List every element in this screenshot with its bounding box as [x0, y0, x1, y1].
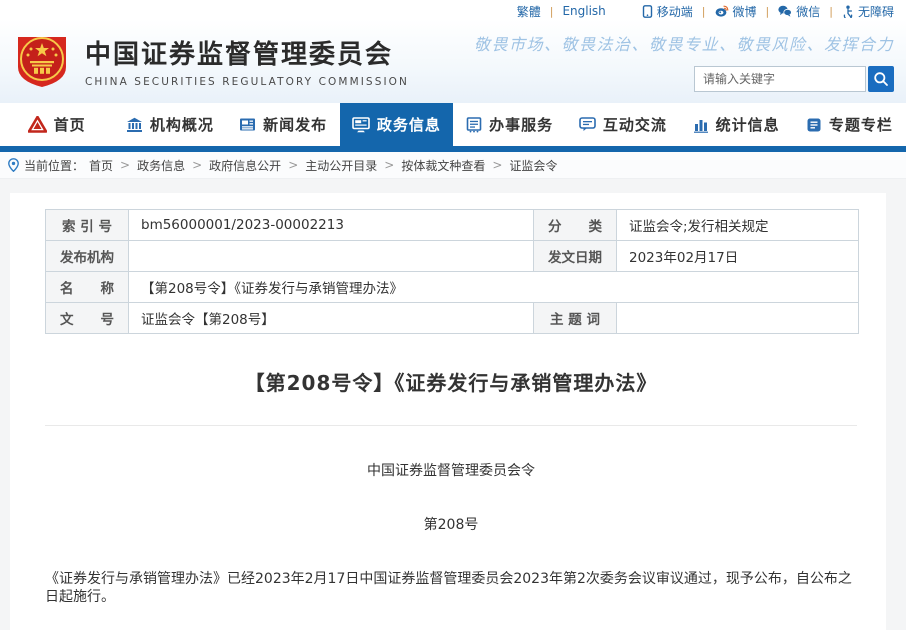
- search-icon: [873, 71, 889, 87]
- breadcrumb-item-government-info[interactable]: 政务信息: [137, 157, 185, 174]
- slogan-text: 敬畏市场、敬畏法治、敬畏专业、敬畏风险、发挥合力: [474, 31, 894, 55]
- issuer-value: [129, 241, 534, 272]
- site-brand[interactable]: 中国证券监督管理委员会 CHINA SECURITIES REGULATORY …: [12, 31, 409, 91]
- nav-label: 专题专栏: [829, 114, 893, 135]
- nav-item-news[interactable]: 新闻发布: [227, 103, 340, 146]
- doc-number-label: 文 号: [46, 303, 129, 334]
- mobile-icon: [642, 5, 653, 18]
- doc-name-value: 【第208号令】《证券发行与承销管理办法》: [129, 272, 859, 303]
- nav-item-government-info[interactable]: 政务信息: [340, 103, 453, 146]
- issuer-label: 发布机构: [46, 241, 129, 272]
- nav-label: 政务信息: [377, 114, 441, 135]
- nav-label: 统计信息: [716, 114, 780, 135]
- org-name-cn: 中国证券监督管理委员会: [85, 34, 409, 71]
- monitor-icon: [352, 117, 370, 133]
- national-emblem-logo: [12, 31, 72, 91]
- keywords-value: [617, 303, 859, 334]
- wechat-link[interactable]: 微信: [778, 3, 820, 20]
- lang-english-link[interactable]: English: [562, 4, 605, 18]
- nav-item-services[interactable]: 办事服务: [453, 103, 566, 146]
- bar-chart-icon: [693, 117, 709, 133]
- search-input[interactable]: [694, 66, 866, 92]
- nav-label: 新闻发布: [263, 114, 327, 135]
- index-number-label: 索 引 号: [46, 210, 129, 241]
- top-utility-bar: 繁體 | English 移动端 | 微博 | 微信 | 无障碍: [0, 0, 906, 19]
- mobile-site-link[interactable]: 移动端: [642, 3, 693, 20]
- doc-name-label: 名 称: [46, 272, 129, 303]
- table-row: 文 号 证监会令【第208号】 主 题 词: [46, 303, 859, 334]
- doc-number-value: 证监会令【第208号】: [129, 303, 534, 334]
- breadcrumb-item-csrc-decree[interactable]: 证监会令: [509, 157, 557, 174]
- separator: |: [550, 5, 554, 18]
- separator: |: [766, 5, 770, 18]
- breadcrumb-item-info-disclosure[interactable]: 政府信息公开: [209, 157, 281, 174]
- nav-item-statistics[interactable]: 统计信息: [680, 103, 793, 146]
- page-title: 【第208号令】《证券发行与承销管理办法》: [45, 367, 857, 396]
- table-row: 发布机构 发文日期 2023年02月17日: [46, 241, 859, 272]
- issue-date-value: 2023年02月17日: [617, 241, 859, 272]
- separator: |: [702, 5, 706, 18]
- weibo-icon: [715, 5, 729, 17]
- nav-label: 首页: [54, 114, 86, 135]
- site-search: [694, 66, 894, 92]
- lang-traditional-link[interactable]: 繁體: [517, 3, 541, 20]
- category-value: 证监会令;发行相关规定: [617, 210, 859, 241]
- issue-date-label: 发文日期: [534, 241, 617, 272]
- category-label: 分 类: [534, 210, 617, 241]
- document-meta-table: 索 引 号 bm56000001/2023-00002213 分 类 证监会令;…: [45, 209, 859, 334]
- article-body: 中国证券监督管理委员会令 第208号 《证券发行与承销管理办法》已经2023年2…: [45, 462, 857, 630]
- bank-icon: [126, 117, 143, 133]
- topics-icon: [806, 117, 822, 133]
- search-button[interactable]: [868, 66, 894, 92]
- org-name-en: CHINA SECURITIES REGULATORY COMMISSION: [85, 76, 409, 88]
- csrc-logo-icon: [28, 116, 47, 133]
- separator: |: [829, 5, 833, 18]
- weibo-link[interactable]: 微博: [715, 3, 757, 20]
- accessibility-icon: [842, 5, 854, 18]
- table-row: 名 称 【第208号令】《证券发行与承销管理办法》: [46, 272, 859, 303]
- location-pin-icon: [8, 158, 19, 172]
- title-divider: [45, 425, 857, 426]
- nav-item-interaction[interactable]: 互动交流: [566, 103, 679, 146]
- nav-label: 互动交流: [603, 114, 667, 135]
- nav-item-about[interactable]: 机构概况: [113, 103, 226, 146]
- nav-label: 机构概况: [150, 114, 214, 135]
- breadcrumb-item-active-catalog[interactable]: 主动公开目录: [305, 157, 377, 174]
- newspaper-icon: [239, 117, 256, 132]
- nav-item-topics[interactable]: 专题专栏: [793, 103, 906, 146]
- keywords-label: 主 题 词: [534, 303, 617, 334]
- breadcrumb: 当前位置： 首页 > 政务信息 > 政府信息公开 > 主动公开目录 > 按体裁文…: [0, 152, 906, 179]
- wechat-icon: [778, 5, 792, 17]
- decree-number-line: 第208号: [45, 516, 857, 534]
- decree-body-paragraph: 《证券发行与承销管理办法》已经2023年2月17日中国证券监督管理委员会2023…: [45, 570, 857, 606]
- index-number-value: bm56000001/2023-00002213: [129, 210, 534, 241]
- accessibility-link[interactable]: 无障碍: [842, 3, 894, 20]
- breadcrumb-item-by-doc-type[interactable]: 按体裁文种查看: [401, 157, 485, 174]
- chat-icon: [579, 117, 596, 132]
- service-list-icon: [466, 117, 482, 133]
- table-row: 索 引 号 bm56000001/2023-00002213 分 类 证监会令;…: [46, 210, 859, 241]
- nav-item-home[interactable]: 首页: [0, 103, 113, 146]
- nav-label: 办事服务: [489, 114, 553, 135]
- breadcrumb-prefix: 当前位置：: [24, 157, 84, 174]
- site-header: 中国证券监督管理委员会 CHINA SECURITIES REGULATORY …: [0, 19, 906, 103]
- breadcrumb-item-home[interactable]: 首页: [89, 157, 113, 174]
- main-nav: 首页 机构概况 新闻发布 政务信息 办事服务 互动交流 统计信息: [0, 103, 906, 146]
- document-card: 索 引 号 bm56000001/2023-00002213 分 类 证监会令;…: [10, 193, 886, 630]
- decree-org-line: 中国证券监督管理委员会令: [45, 462, 857, 480]
